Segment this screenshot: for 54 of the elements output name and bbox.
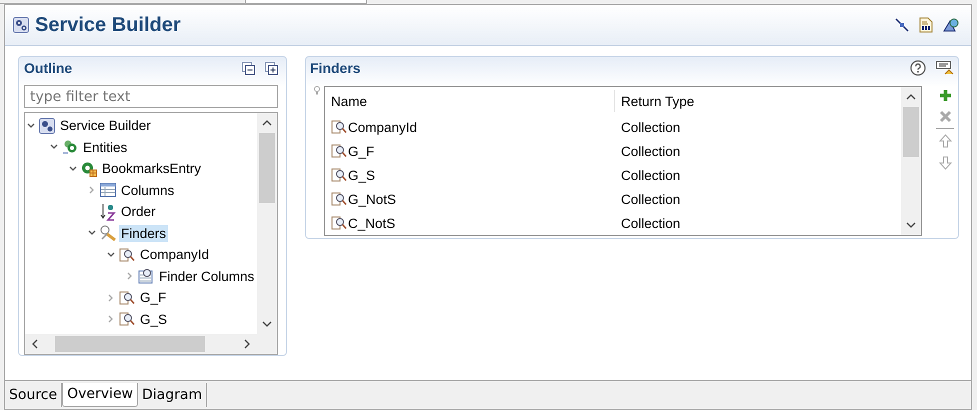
help-icon[interactable] <box>910 60 926 76</box>
finder-icon <box>119 246 135 263</box>
scrollbar-thumb[interactable] <box>259 133 275 203</box>
expanded-chevron-icon[interactable] <box>68 166 76 172</box>
scrollbar-thumb[interactable] <box>55 336 205 352</box>
expand-all-icon[interactable] <box>265 62 278 74</box>
tree-item[interactable]: Service Builder <box>58 117 153 134</box>
entities-icon <box>62 139 78 156</box>
expanded-chevron-icon[interactable] <box>26 122 34 129</box>
tree-item[interactable]: Columns <box>119 182 176 199</box>
tree-item[interactable]: Finders <box>119 224 168 242</box>
expanded-chevron-icon[interactable] <box>106 252 114 258</box>
tree-item[interactable]: G_S <box>138 310 170 328</box>
link-icon[interactable] <box>895 18 909 32</box>
return-type: Collection <box>620 192 682 206</box>
return-type: Collection <box>620 120 682 134</box>
expanded-chevron-icon[interactable] <box>88 230 96 236</box>
scrollbar-thumb[interactable] <box>903 107 919 157</box>
filter-field[interactable]: type filter text <box>24 85 278 108</box>
finder-name: C_NotS <box>348 216 396 230</box>
finder-columns-icon <box>138 268 154 284</box>
finder-icon <box>119 290 135 306</box>
finder-name: G_F <box>348 144 374 158</box>
tree-item[interactable]: G_F <box>138 289 168 306</box>
add-icon[interactable] <box>938 89 952 102</box>
collapse-all-icon[interactable] <box>242 62 255 74</box>
finder-name: G_S <box>348 168 376 182</box>
editor-tab[interactable]: Overview <box>62 383 138 407</box>
section-title: Finders <box>310 60 362 76</box>
editor-title: Service Builder <box>35 14 182 36</box>
finder-icon <box>331 215 347 231</box>
finder-icon <box>331 191 347 207</box>
tree-item[interactable]: BookmarksEntry <box>100 160 204 178</box>
finder-icon <box>331 119 347 135</box>
lightbulb-icon <box>314 86 320 95</box>
finder-icon <box>119 311 135 328</box>
tree-item[interactable]: CompanyId <box>138 246 212 264</box>
tree-item[interactable]: Finder Columns <box>157 268 256 285</box>
table-icon <box>100 183 116 198</box>
sort-icon <box>100 202 116 221</box>
column-header[interactable]: Name <box>325 90 614 112</box>
section-title: Outline <box>24 60 74 76</box>
entity-icon <box>81 160 97 177</box>
finder-icon <box>331 143 347 159</box>
finder-name: CompanyId <box>348 120 418 134</box>
return-type: Collection <box>620 168 682 182</box>
binary-file-icon[interactable] <box>919 17 933 33</box>
tree-item[interactable]: Entities <box>81 138 130 156</box>
finder-icon <box>331 167 347 183</box>
return-type: Collection <box>620 216 682 230</box>
tree-item[interactable]: Order <box>119 203 158 220</box>
finder-name: G_NotS <box>348 192 396 206</box>
expanded-chevron-icon[interactable] <box>50 144 58 150</box>
return-type: Collection <box>620 144 682 158</box>
